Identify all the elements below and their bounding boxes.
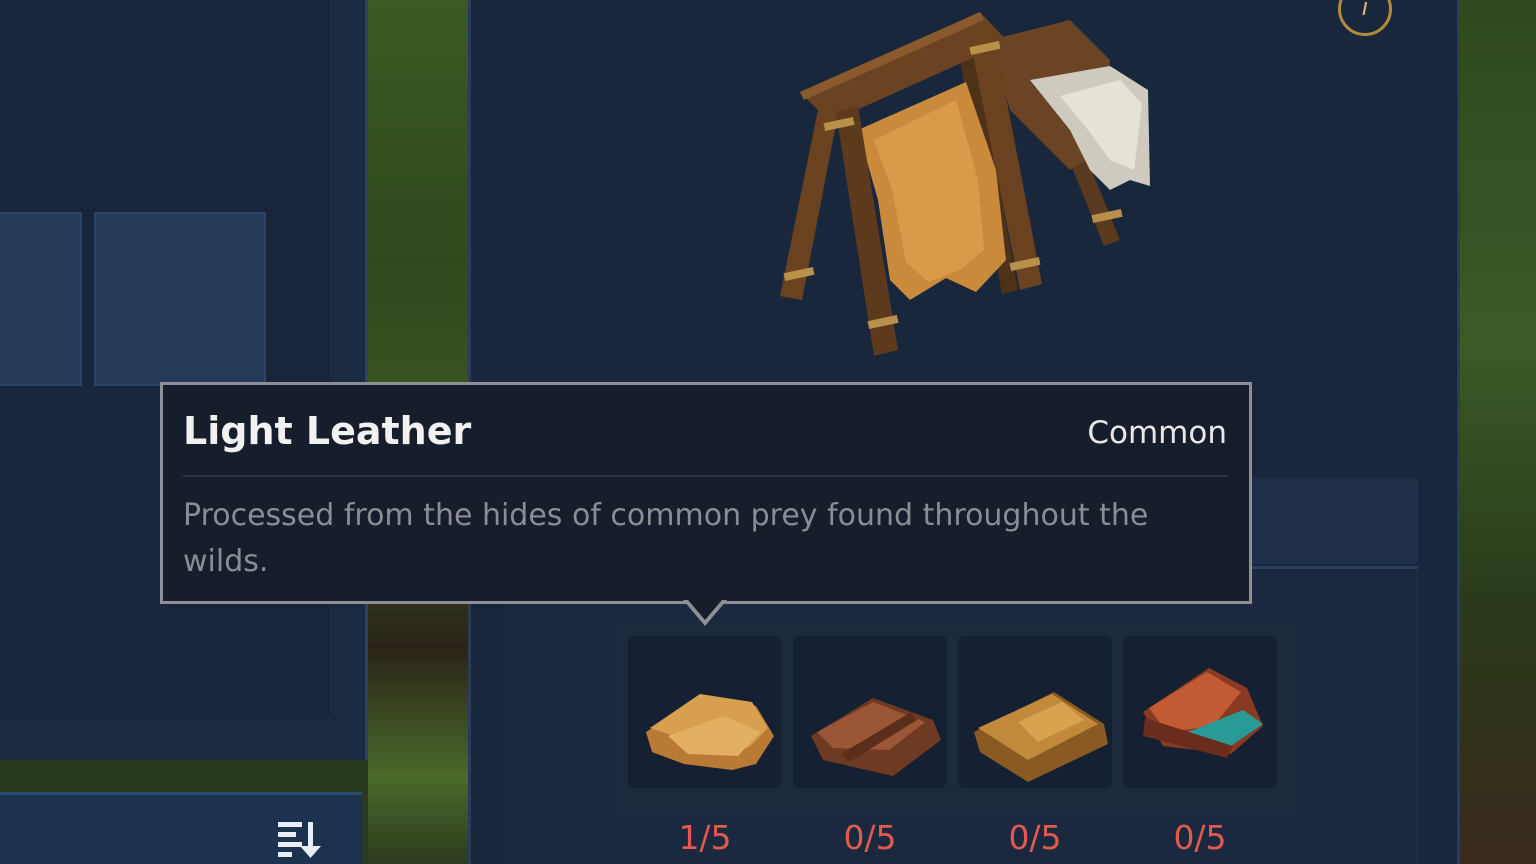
light-leather-icon xyxy=(646,694,774,770)
tooltip-rarity: Common xyxy=(1087,415,1227,451)
ingredient-slot-light-leather[interactable] xyxy=(628,636,782,788)
inventory-slot[interactable] xyxy=(94,212,266,386)
ingredient-count: 0/5 xyxy=(843,818,897,857)
inventory-grid xyxy=(0,0,330,720)
ingredient-count: 0/5 xyxy=(1008,818,1062,857)
tooltip-description: Processed from the hides of common prey … xyxy=(183,498,1149,579)
ingredient-count: 1/5 xyxy=(678,818,732,857)
item-tooltip: Light Leather Common Processed from the … xyxy=(160,382,1252,604)
recipe-header-band xyxy=(1250,478,1418,564)
tooltip-pointer-fill xyxy=(688,600,722,620)
tan-leather-icon xyxy=(974,692,1108,782)
tooltip-divider xyxy=(183,475,1227,477)
divider xyxy=(1250,566,1418,569)
tanning-rack-icon xyxy=(780,12,1150,356)
world-background-right xyxy=(1460,0,1536,864)
ingredient-slot-tan-leather[interactable] xyxy=(958,636,1112,788)
inventory-slot[interactable] xyxy=(0,212,82,386)
ingredient-slot-red-teal-leather[interactable] xyxy=(1123,636,1277,788)
tooltip-title: Light Leather xyxy=(183,409,472,453)
red-teal-leather-icon xyxy=(1143,668,1263,758)
ingredient-count: 0/5 xyxy=(1173,818,1227,857)
dark-leather-icon xyxy=(811,698,941,776)
sort-icon[interactable] xyxy=(276,818,328,860)
inventory-panel xyxy=(0,0,368,760)
ingredient-slot-dark-leather[interactable] xyxy=(793,636,947,788)
